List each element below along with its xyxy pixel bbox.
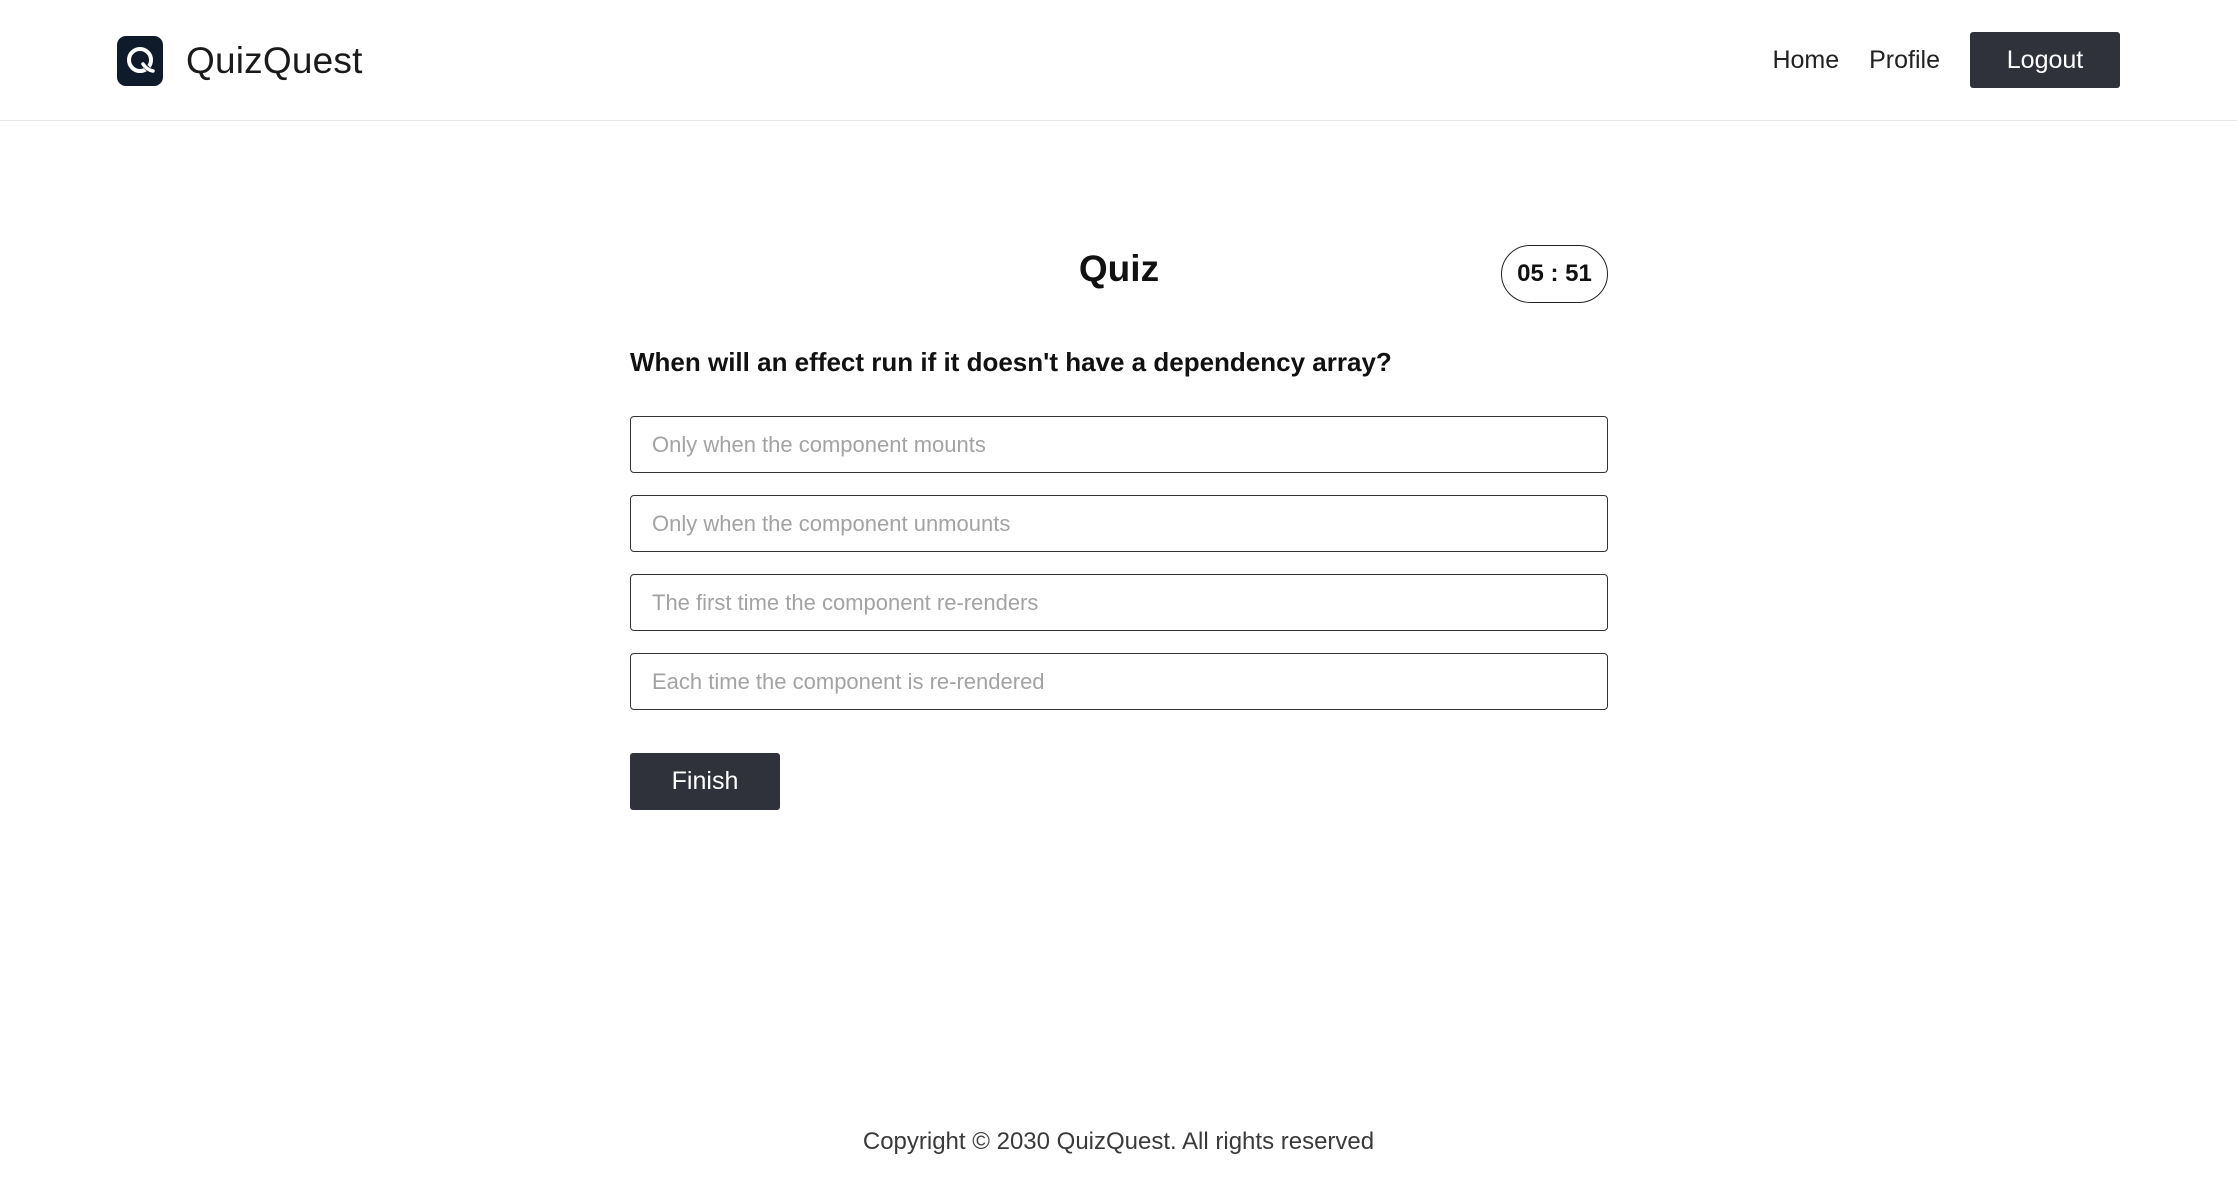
nav-link-home[interactable]: Home [1772,46,1839,75]
quiz-panel: Quiz 05 : 51 When will an effect run if … [630,240,1608,810]
answer-option-3[interactable]: The first time the component re-renders [630,574,1608,631]
answer-options: Only when the component mounts Only when… [630,416,1608,710]
answer-option-2[interactable]: Only when the component unmounts [630,495,1608,552]
finish-button[interactable]: Finish [630,753,780,810]
timer-badge: 05 : 51 [1501,245,1608,303]
answer-option-4[interactable]: Each time the component is re-rendered [630,653,1608,710]
footer-copyright: Copyright © 2030 QuizQuest. All rights r… [862,1128,1375,1155]
answer-option-1[interactable]: Only when the component mounts [630,416,1608,473]
page-title: Quiz [1078,248,1160,289]
brand-name: QuizQuest [186,40,363,81]
nav-link-profile[interactable]: Profile [1869,46,1940,75]
quiz-q-logo-icon [117,36,163,86]
quiz-header: Quiz 05 : 51 [630,240,1608,306]
brand[interactable]: QuizQuest [117,35,363,87]
question-text: When will an effect run if it doesn't ha… [630,347,1392,377]
navbar: QuizQuest Home Profile Logout [0,0,2237,121]
logout-button[interactable]: Logout [1970,32,2120,88]
nav-links: Home Profile Logout [1772,32,2120,88]
